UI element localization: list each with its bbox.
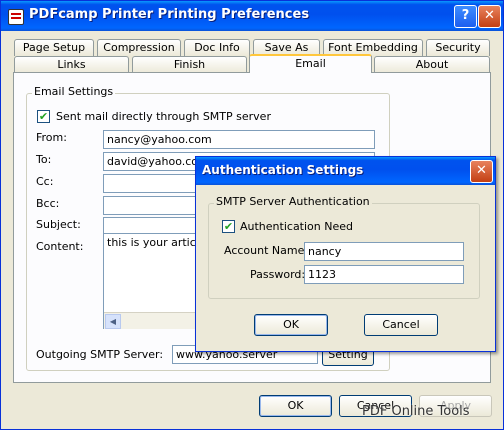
smtp-direct-checkbox[interactable]: ✔ bbox=[37, 110, 50, 123]
content-label: Content: bbox=[36, 240, 84, 253]
dialog-close-button[interactable]: ✕ bbox=[470, 160, 493, 183]
scroll-left-arrow-icon[interactable]: ◀ bbox=[105, 314, 121, 329]
tab-compression[interactable]: Compression bbox=[97, 39, 181, 56]
help-button[interactable]: ? bbox=[454, 5, 477, 28]
tab-security[interactable]: Security bbox=[426, 39, 490, 56]
title-bar[interactable]: PDFcamp Printer Printing Preferences ? ✕ bbox=[1, 1, 503, 31]
authentication-dialog: Authentication Settings ✕ SMTP Server Au… bbox=[195, 156, 496, 352]
tab-email[interactable]: Email bbox=[249, 54, 372, 73]
smtp-direct-label: Sent mail directly through SMTP server bbox=[56, 110, 271, 123]
dialog-title-bar[interactable]: Authentication Settings ✕ bbox=[196, 157, 495, 185]
password-field[interactable]: 1123 bbox=[304, 265, 464, 284]
printer-app-icon bbox=[8, 9, 24, 25]
close-button[interactable]: ✕ bbox=[478, 5, 501, 28]
watermark: PDF Online Tools bbox=[362, 404, 470, 419]
bcc-label: Bcc: bbox=[36, 197, 60, 210]
tab-page-setup[interactable]: Page Setup bbox=[14, 39, 94, 56]
smtp-auth-legend: SMTP Server Authentication bbox=[214, 195, 372, 208]
dialog-cancel-button[interactable]: Cancel bbox=[364, 314, 438, 336]
from-label: From: bbox=[36, 131, 67, 144]
account-name-label: Account Name: bbox=[224, 244, 309, 257]
tab-finish[interactable]: Finish bbox=[132, 56, 247, 73]
tab-doc-info[interactable]: Doc Info bbox=[184, 39, 250, 56]
smtp-server-label: Outgoing SMTP Server: bbox=[36, 348, 164, 361]
to-label: To: bbox=[36, 153, 52, 166]
dialog-title: Authentication Settings bbox=[202, 163, 364, 177]
auth-need-label: Authentication Need bbox=[240, 220, 353, 233]
email-settings-legend: Email Settings bbox=[32, 85, 116, 98]
tab-about[interactable]: About bbox=[374, 56, 490, 73]
tab-links[interactable]: Links bbox=[14, 56, 129, 73]
subject-label: Subject: bbox=[36, 218, 81, 231]
password-label: Password: bbox=[250, 268, 306, 281]
ok-button[interactable]: OK bbox=[259, 395, 332, 417]
account-name-field[interactable]: nancy bbox=[304, 242, 464, 261]
auth-need-checkbox[interactable]: ✔ bbox=[222, 220, 235, 233]
dialog-ok-button[interactable]: OK bbox=[254, 314, 328, 336]
from-field[interactable]: nancy@yahoo.com bbox=[103, 130, 375, 149]
cc-label: Cc: bbox=[36, 175, 54, 188]
window-title: PDFcamp Printer Printing Preferences bbox=[29, 7, 310, 22]
